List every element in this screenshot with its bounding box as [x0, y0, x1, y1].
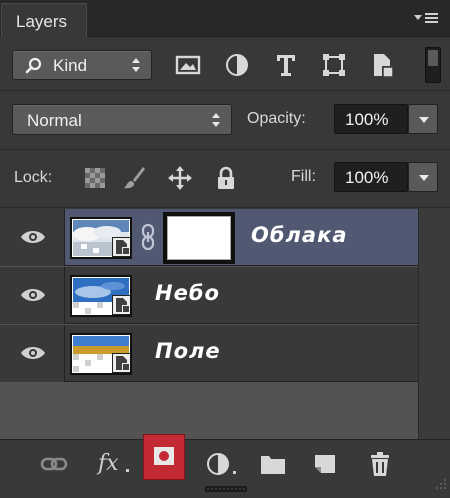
- layers-scrollbar[interactable]: [418, 209, 450, 439]
- smart-object-badge-icon: [112, 353, 130, 373]
- layer-thumbnail-sky[interactable]: [70, 275, 132, 317]
- opacity-value: 100%: [345, 110, 389, 129]
- delete-layer-icon[interactable]: [366, 451, 394, 477]
- add-mask-button[interactable]: [143, 434, 185, 480]
- image-filter-icon[interactable]: [175, 52, 201, 78]
- fill-value: 100%: [345, 168, 389, 187]
- fill-field[interactable]: 100%: [334, 162, 408, 192]
- blend-mode-value: Normal: [27, 111, 82, 130]
- new-group-icon[interactable]: [259, 451, 287, 477]
- panel-tab-strip: Layers: [0, 0, 450, 37]
- smart-object-badge-icon: [112, 295, 130, 315]
- opacity-field[interactable]: 100%: [334, 104, 408, 134]
- lock-transparent-pixels-icon[interactable]: [82, 165, 108, 191]
- eye-icon[interactable]: [20, 229, 46, 245]
- visibility-cell[interactable]: [0, 209, 65, 266]
- lock-image-pixels-icon[interactable]: [121, 165, 147, 191]
- panel-menu-icon[interactable]: [412, 9, 442, 29]
- fill-label: Fill:: [291, 168, 316, 185]
- filter-kind-select[interactable]: Kind: [12, 50, 152, 80]
- layer-thumbnail-clouds[interactable]: [70, 217, 132, 259]
- filter-toggle-switch[interactable]: [425, 47, 441, 83]
- type-filter-icon[interactable]: [273, 52, 299, 78]
- layers-panel: Layers Kind Normal Opacity: 100% Lock: F…: [0, 0, 450, 498]
- blend-mode-select[interactable]: Normal: [12, 104, 232, 135]
- layer-name[interactable]: Небо: [155, 281, 220, 305]
- layer-filter-row: Kind: [0, 38, 450, 91]
- layer-row-nebo[interactable]: Небо: [0, 267, 418, 324]
- lock-position-icon[interactable]: [167, 165, 193, 191]
- layer-name[interactable]: Поле: [155, 339, 221, 363]
- eye-icon[interactable]: [20, 287, 46, 303]
- corner-resize-icon[interactable]: [433, 478, 447, 492]
- opacity-label: Opacity:: [247, 110, 306, 127]
- visibility-cell[interactable]: [0, 325, 65, 382]
- layer-row-pole[interactable]: Поле: [0, 325, 418, 382]
- adjustment-filter-icon[interactable]: [224, 52, 250, 78]
- panel-resize-grip[interactable]: [205, 486, 247, 492]
- layer-mask-thumbnail[interactable]: [163, 212, 235, 264]
- new-layer-icon[interactable]: [311, 451, 339, 477]
- layer-row-oblaka[interactable]: Облака: [0, 209, 418, 266]
- add-mask-icon: [154, 447, 174, 465]
- layer-thumbnail-field[interactable]: [70, 333, 132, 375]
- shape-filter-icon[interactable]: [321, 52, 347, 78]
- search-icon: [25, 57, 42, 74]
- updown-arrows-icon: [132, 58, 140, 72]
- lock-label: Lock:: [14, 169, 53, 186]
- smart-object-filter-icon[interactable]: [370, 52, 396, 78]
- fill-dropdown-button[interactable]: [408, 162, 438, 192]
- adjustment-layer-icon[interactable]: [205, 451, 241, 477]
- link-layers-icon[interactable]: [40, 451, 68, 477]
- tab-layers[interactable]: Layers: [1, 3, 87, 37]
- lock-all-icon[interactable]: [213, 165, 239, 191]
- tab-layers-label: Layers: [16, 12, 68, 31]
- fx-dropdown-dot: [126, 469, 129, 472]
- layers-list: Облака Небо Поле: [0, 209, 450, 439]
- eye-icon[interactable]: [20, 345, 46, 361]
- filter-toggle-knob: [428, 50, 438, 66]
- layer-name[interactable]: Облака: [251, 223, 348, 247]
- updown-arrows-icon: [212, 113, 220, 127]
- filter-kind-label: Kind: [53, 56, 88, 75]
- opacity-dropdown-button[interactable]: [408, 104, 438, 134]
- smart-object-badge-icon: [112, 237, 130, 257]
- fx-icon: fx: [98, 451, 119, 476]
- fx-button[interactable]: fx: [96, 451, 136, 477]
- mask-link-icon[interactable]: [140, 223, 156, 251]
- visibility-cell[interactable]: [0, 267, 65, 324]
- mask-white-fill: [167, 216, 231, 260]
